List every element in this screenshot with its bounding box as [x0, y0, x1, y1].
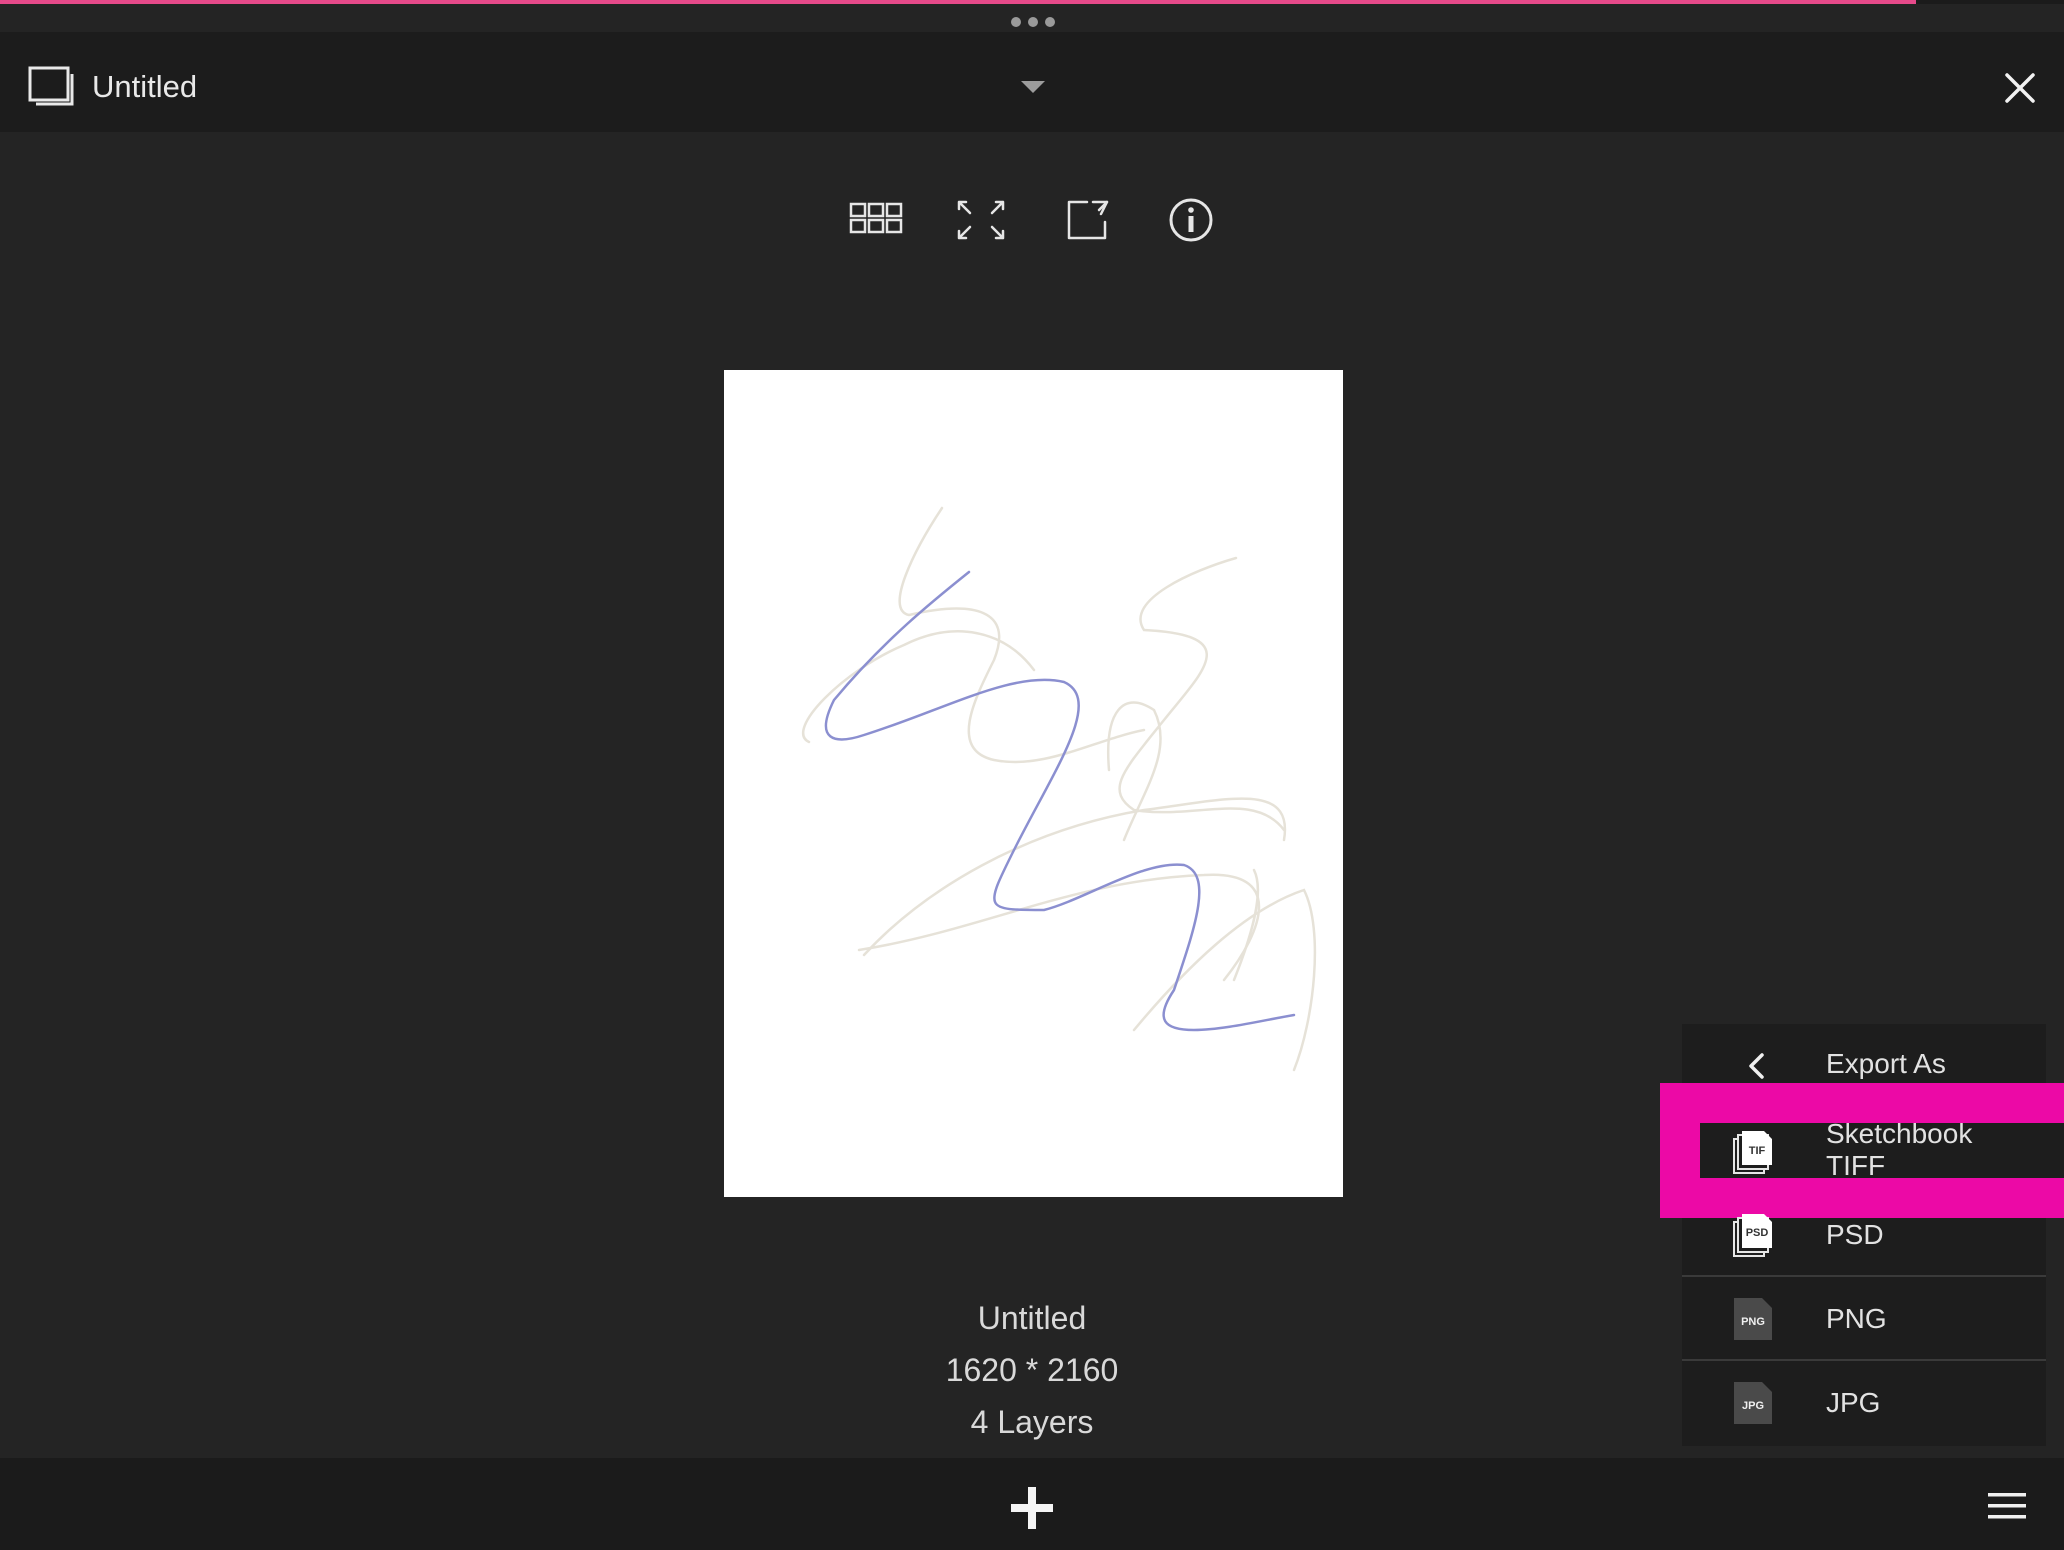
- export-as-title: Export As: [1826, 1048, 1946, 1079]
- png-label: PNG: [1826, 1303, 1887, 1334]
- document-title[interactable]: Untitled: [92, 64, 197, 110]
- top-accent-strip: [0, 0, 2064, 4]
- svg-text:PNG: PNG: [1741, 1316, 1765, 1328]
- png-file-icon: PNG: [1734, 1298, 1772, 1340]
- close-icon[interactable]: [2001, 69, 2039, 107]
- psd-label: PSD: [1826, 1219, 1884, 1250]
- artwork-layer-count: 4 Layers: [970, 1404, 1094, 1440]
- artwork-dimensions: 1620 * 2160: [945, 1352, 1119, 1388]
- jpg-file-icon: JPG: [1734, 1382, 1772, 1424]
- handle-dot: [1045, 17, 1055, 27]
- svg-text:JPG: JPG: [1742, 1400, 1764, 1412]
- tif-file-icon: TIF: [1733, 1131, 1772, 1174]
- handle-dot: [1028, 17, 1038, 27]
- handle-dot: [1011, 17, 1021, 27]
- svg-text:PSD: PSD: [1746, 1227, 1769, 1239]
- hamburger-menu-icon[interactable]: [1986, 1489, 2028, 1523]
- artwork-name: Untitled: [977, 1300, 1087, 1336]
- chevron-down-icon[interactable]: [1019, 78, 1047, 96]
- psd-file-icon: PSD: [1733, 1214, 1772, 1257]
- grid-icon[interactable]: [848, 196, 904, 244]
- jpg-label: JPG: [1826, 1387, 1881, 1418]
- drag-handle[interactable]: [1007, 15, 1059, 29]
- gallery-icon[interactable]: [28, 66, 76, 108]
- canvas-thumbnail[interactable]: [724, 370, 1343, 1197]
- chevron-left-icon[interactable]: [1746, 1052, 1766, 1080]
- fullscreen-icon[interactable]: [953, 196, 1009, 244]
- svg-text:TIF: TIF: [1749, 1145, 1766, 1157]
- info-icon[interactable]: [1163, 196, 1219, 244]
- add-icon[interactable]: [1009, 1485, 1055, 1531]
- export-icon[interactable]: [1061, 196, 1117, 244]
- top-strip-end: [1916, 0, 2064, 4]
- sketchbook-tiff-label: Sketchbook TIFF: [1826, 1118, 1973, 1181]
